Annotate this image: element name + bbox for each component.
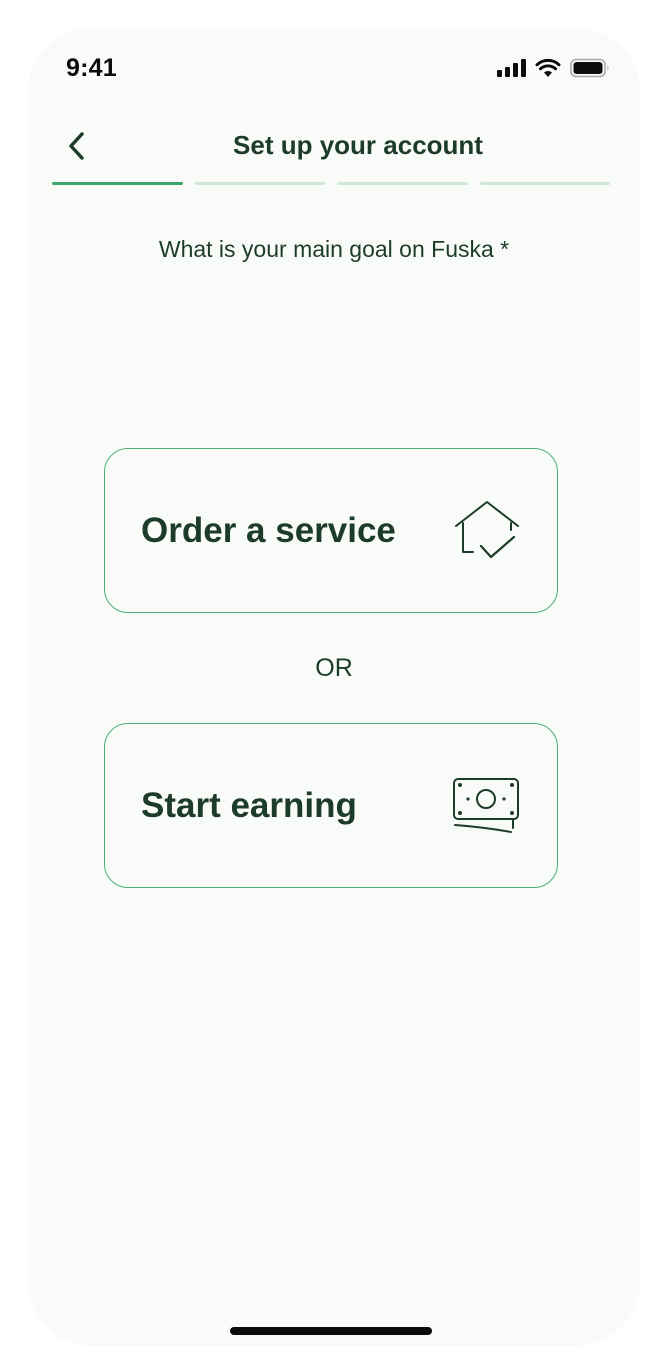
status-bar: 9:41 — [28, 28, 640, 108]
progress-step-1 — [52, 182, 183, 185]
or-separator: OR — [315, 654, 353, 682]
house-check-icon — [455, 500, 519, 558]
signal-icon — [497, 59, 526, 77]
money-bill-icon — [453, 777, 519, 833]
home-indicator — [230, 1327, 432, 1335]
wifi-icon — [535, 58, 561, 77]
header: Set up your account — [28, 124, 640, 174]
progress-step-4 — [479, 182, 610, 185]
progress-bar — [52, 182, 610, 186]
status-icons — [497, 58, 610, 78]
start-earning-label: Start earning — [141, 785, 357, 825]
goal-question: What is your main goal on Fuska * — [158, 236, 510, 262]
progress-step-2 — [194, 182, 325, 185]
order-service-option[interactable]: Order a service — [104, 448, 558, 613]
status-time: 9:41 — [66, 54, 117, 82]
phone-screen: 9:41 Set up your account What is your ma… — [28, 28, 640, 1346]
progress-step-3 — [337, 182, 468, 185]
page-title: Set up your account — [233, 130, 483, 160]
battery-icon — [570, 58, 609, 78]
order-service-label: Order a service — [141, 510, 396, 550]
start-earning-option[interactable]: Start earning — [104, 723, 558, 888]
